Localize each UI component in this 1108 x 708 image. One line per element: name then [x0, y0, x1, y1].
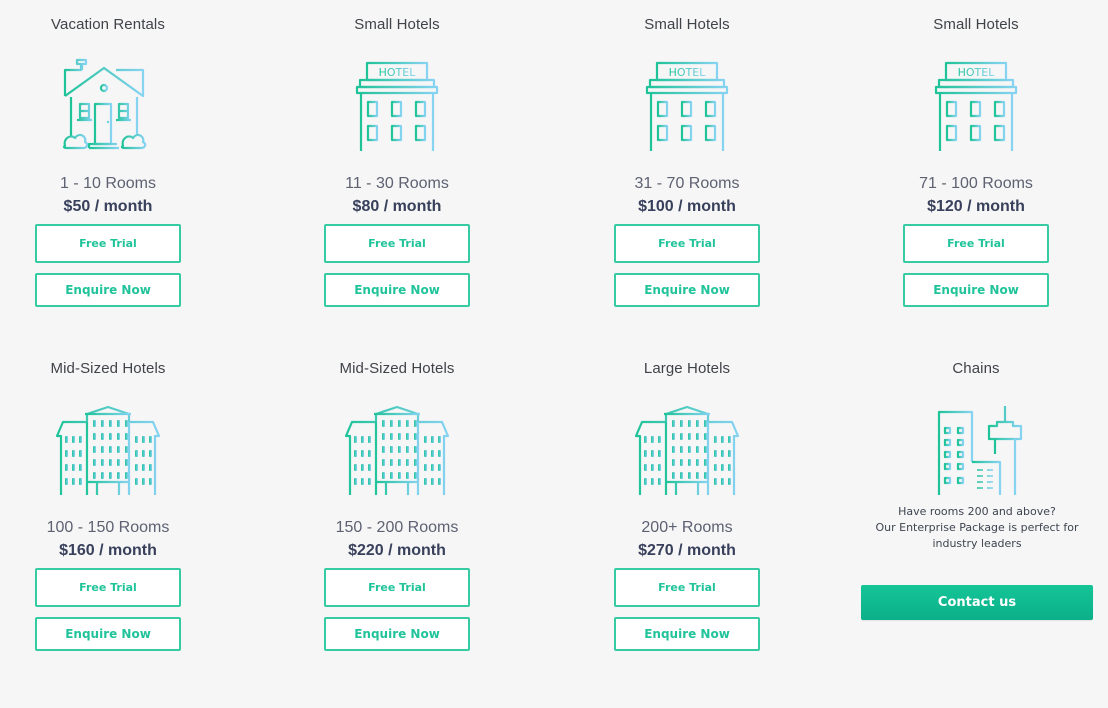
- svg-text:HOTEL: HOTEL: [669, 66, 707, 79]
- room-range: 1 - 10 Rooms: [59, 175, 157, 192]
- free-trial-button[interactable]: Free Trial: [614, 568, 760, 607]
- plan-title: Vacation Rentals: [51, 16, 165, 33]
- svg-text:HOTEL: HOTEL: [379, 66, 417, 79]
- enterprise-text-line: Our Enterprise Package is perfect for: [875, 521, 1079, 534]
- free-trial-button[interactable]: Free Trial: [903, 224, 1049, 263]
- plan-price: $220 / month: [348, 542, 446, 559]
- large-building-icon: [342, 402, 452, 502]
- large-building-icon: [632, 402, 742, 502]
- room-range: 11 - 30 Rooms: [345, 175, 449, 192]
- plan-title: Mid-Sized Hotels: [50, 360, 166, 377]
- free-trial-button[interactable]: Free Trial: [614, 224, 760, 263]
- enquire-now-button[interactable]: Enquire Now: [614, 273, 760, 307]
- hotel-icon: HOTEL: [921, 58, 1031, 158]
- plan-card-mid-sized-hotels-100-150: Mid-Sized Hotels 100 - 150 Rooms $160 / …: [0, 344, 223, 674]
- free-trial-button[interactable]: Free Trial: [35, 568, 181, 607]
- enquire-now-button[interactable]: Enquire Now: [324, 617, 470, 651]
- plan-title: Large Hotels: [643, 360, 731, 377]
- room-range: 31 - 70 Rooms: [634, 175, 740, 192]
- plan-title: Chains: [952, 360, 1000, 377]
- plan-title: Small Hotels: [933, 16, 1019, 33]
- plan-card-vacation-rentals: Vacation Rentals 1 - 10 Rooms $50 / mont…: [0, 0, 223, 330]
- free-trial-button[interactable]: Free Trial: [324, 224, 470, 263]
- room-range: 71 - 100 Rooms: [919, 175, 1033, 192]
- plan-title: Mid-Sized Hotels: [339, 360, 455, 377]
- plan-price: $270 / month: [638, 542, 736, 559]
- enquire-now-button[interactable]: Enquire Now: [35, 617, 181, 651]
- plan-price: $100 / month: [638, 198, 736, 215]
- plan-card-small-hotels-11-30: Small Hotels HOTEL 11 - 30 Rooms $80 / m…: [282, 0, 512, 330]
- room-range: 200+ Rooms: [641, 519, 733, 536]
- plan-title: Small Hotels: [354, 16, 440, 33]
- enquire-now-button[interactable]: Enquire Now: [903, 273, 1049, 307]
- plan-price: $160 / month: [59, 542, 157, 559]
- free-trial-button[interactable]: Free Trial: [324, 568, 470, 607]
- plan-card-mid-sized-hotels-150-200: Mid-Sized Hotels 150 - 200 Rooms $220 / …: [282, 344, 512, 674]
- contact-us-button[interactable]: Contact us: [861, 585, 1093, 620]
- enquire-now-button[interactable]: Enquire Now: [614, 617, 760, 651]
- enquire-now-button[interactable]: Enquire Now: [35, 273, 181, 307]
- plan-card-small-hotels-71-100: Small Hotels HOTEL 71 - 100 Rooms $120 /…: [861, 0, 1091, 330]
- large-building-icon: [53, 402, 163, 502]
- enterprise-description: Have rooms 200 and above? Our Enterprise…: [861, 504, 1093, 552]
- svg-text:HOTEL: HOTEL: [958, 66, 996, 79]
- enterprise-text-line: industry leaders: [932, 537, 1022, 550]
- plan-card-small-hotels-31-70: Small Hotels HOTEL 31 - 70 Rooms $100 / …: [572, 0, 802, 330]
- hotel-icon: HOTEL: [342, 58, 452, 158]
- room-range: 100 - 150 Rooms: [46, 519, 170, 536]
- free-trial-button[interactable]: Free Trial: [35, 224, 181, 263]
- plan-title: Small Hotels: [644, 16, 730, 33]
- house-icon: [53, 58, 163, 158]
- enterprise-text-line: Have rooms 200 and above?: [898, 505, 1056, 518]
- plan-price: $50 / month: [63, 198, 153, 215]
- plan-price: $80 / month: [352, 198, 442, 215]
- plan-price: $120 / month: [927, 198, 1025, 215]
- hotel-icon: HOTEL: [632, 58, 742, 158]
- enquire-now-button[interactable]: Enquire Now: [324, 273, 470, 307]
- city-skyline-icon: [921, 402, 1031, 502]
- plan-card-large-hotels: Large Hotels 200+ Rooms $270 / month Fre…: [572, 344, 802, 674]
- room-range: 150 - 200 Rooms: [335, 519, 459, 536]
